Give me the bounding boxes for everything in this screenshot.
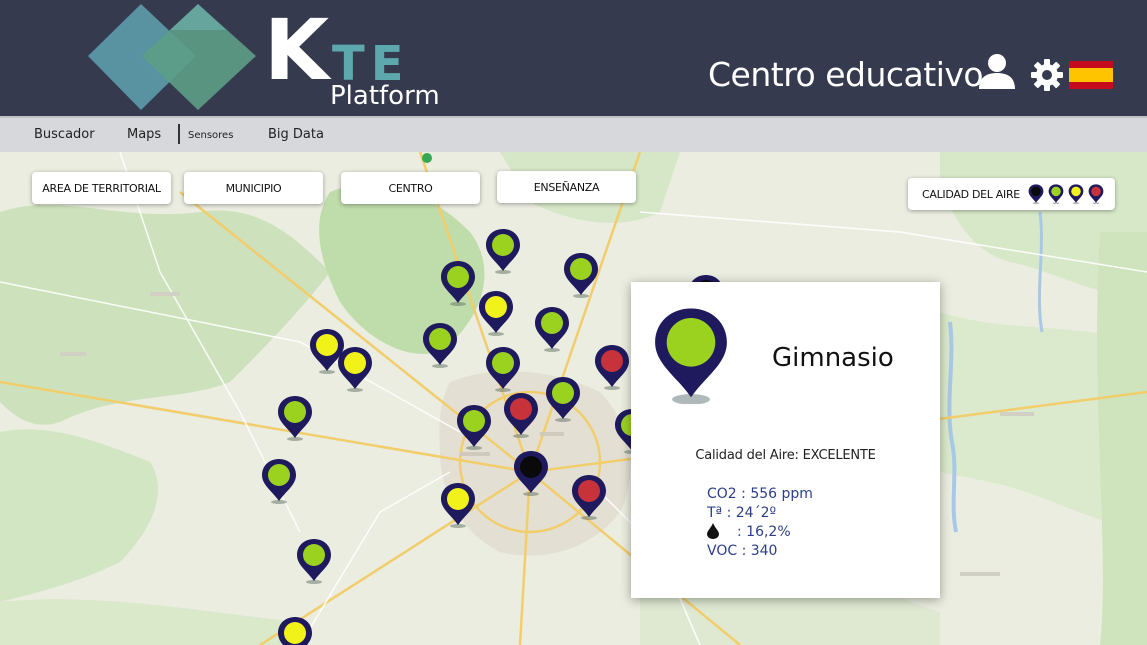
filter-municipio[interactable]: MUNICIPIO	[184, 172, 323, 204]
map-pin-green[interactable]	[534, 306, 570, 352]
map-view[interactable]: AREA DE TERRITORIAL MUNICIPIO CENTRO ENS…	[0, 152, 1147, 645]
logo-letter-k: K	[264, 1, 329, 99]
nav-item-big-data[interactable]: Big Data	[268, 127, 324, 142]
map-pin-green[interactable]	[545, 376, 581, 422]
logo-subtitle: Platform	[330, 81, 440, 111]
app-header: K TE Platform Centro educativo	[0, 0, 1147, 116]
voc-reading: VOC : 340	[707, 543, 778, 559]
map-pin-green[interactable]	[440, 260, 476, 306]
map-pin-green[interactable]	[485, 346, 521, 392]
legend-marker-black	[1028, 184, 1044, 209]
legend-marker-yellow	[1068, 184, 1084, 209]
map-pin-green[interactable]	[485, 228, 521, 274]
popup-location-pin-icon	[655, 308, 727, 404]
user-icon[interactable]	[977, 52, 1017, 90]
humidity-drop-icon	[707, 523, 719, 539]
nav-item-maps[interactable]: Maps	[127, 127, 161, 142]
nav-item-sensores[interactable]: Sensores	[188, 130, 233, 141]
page-title: Centro educativo	[708, 55, 984, 94]
nav-item-buscador[interactable]: Buscador	[34, 127, 95, 142]
popup-title: Gimnasio	[772, 343, 894, 373]
map-pin-green[interactable]	[456, 404, 492, 450]
map-pin-green[interactable]	[296, 538, 332, 584]
legend-label: CALIDAD DEL AIRE	[922, 188, 1020, 201]
legend-marker-green	[1048, 184, 1064, 209]
map-pin-green[interactable]	[261, 458, 297, 504]
gear-icon[interactable]	[1031, 59, 1063, 91]
filter-ensenanza[interactable]: ENSEÑANZA	[497, 171, 636, 203]
map-pin-green[interactable]	[422, 322, 458, 368]
main-nav: Buscador Maps Sensores Big Data	[0, 116, 1147, 152]
co2-reading: CO2 : 556 ppm	[707, 486, 813, 502]
spain-flag-icon[interactable]	[1069, 61, 1113, 89]
temperature-reading: Tª : 24´2º	[707, 505, 777, 521]
map-pin-yellow[interactable]	[337, 346, 373, 392]
map-pin-yellow[interactable]	[440, 482, 476, 528]
kate-platform-logo[interactable]: K TE Platform	[86, 0, 440, 116]
humidity-reading: : 16,2%	[737, 524, 791, 540]
map-pin-yellow[interactable]	[277, 616, 313, 645]
filter-centro[interactable]: CENTRO	[341, 172, 480, 204]
filter-area-territorial[interactable]: AREA DE TERRITORIAL	[32, 172, 171, 204]
map-pin-green[interactable]	[277, 395, 313, 441]
map-pin-red[interactable]	[571, 474, 607, 520]
map-pin-black[interactable]	[513, 450, 549, 496]
legend-marker-red	[1088, 184, 1104, 209]
map-pin-red[interactable]	[503, 392, 539, 438]
map-pin-red[interactable]	[594, 344, 630, 390]
map-pin-green[interactable]	[563, 252, 599, 298]
map-pin-yellow[interactable]	[478, 290, 514, 336]
sensor-popup: Gimnasio Calidad del Aire: EXCELENTE CO2…	[631, 282, 940, 598]
air-quality-status: Calidad del Aire: EXCELENTE	[695, 448, 876, 463]
air-quality-legend: CALIDAD DEL AIRE	[908, 178, 1115, 210]
nav-separator	[178, 124, 180, 144]
